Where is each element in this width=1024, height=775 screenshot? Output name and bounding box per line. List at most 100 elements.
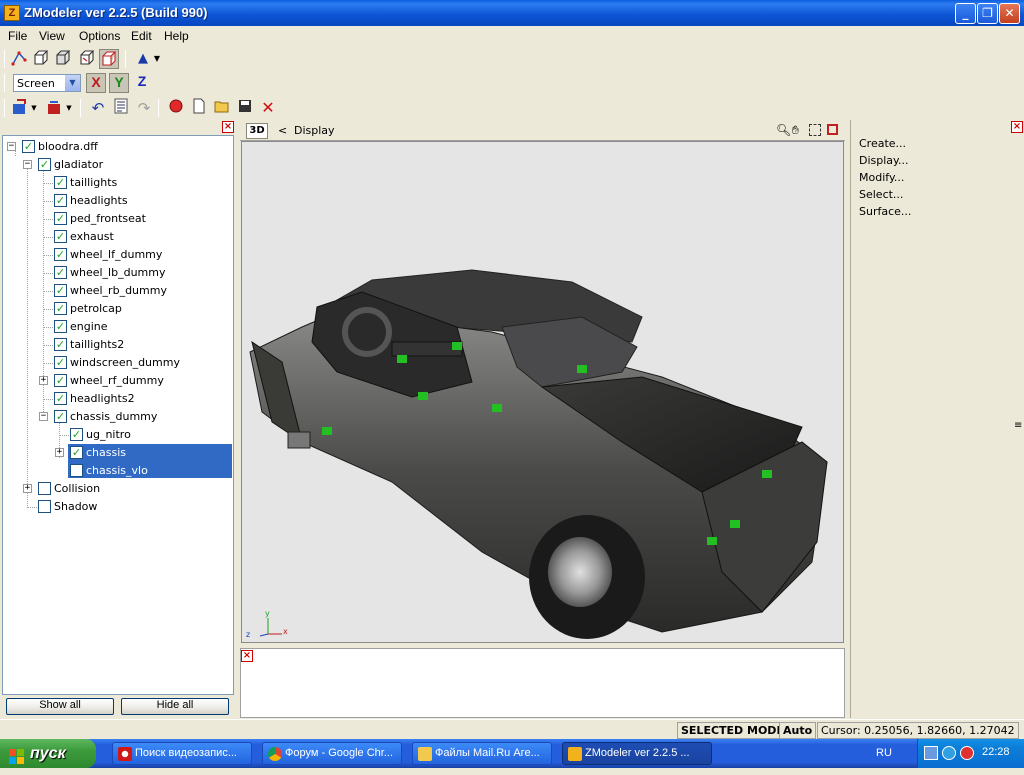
console-output[interactable] xyxy=(240,648,845,718)
expand-icon[interactable]: + xyxy=(55,448,64,457)
save-icon[interactable] xyxy=(235,98,255,118)
checkbox-checked[interactable]: ✓ xyxy=(70,446,83,459)
open-folder-icon[interactable] xyxy=(212,98,232,118)
menu-options[interactable]: Options xyxy=(79,29,120,43)
command-modify[interactable]: Modify... xyxy=(859,171,904,184)
checkbox-checked[interactable]: ✓ xyxy=(54,392,67,405)
tree-item-chassis-vlo[interactable]: chassis_vlo xyxy=(86,463,148,481)
cone-primitive-icon[interactable]: ▲ xyxy=(133,49,153,69)
checkbox-unchecked[interactable] xyxy=(38,482,51,495)
checkbox-checked[interactable]: ✓ xyxy=(54,266,67,279)
close-file-icon[interactable]: ✕ xyxy=(258,98,278,118)
pan-hand-icon[interactable]: ✋︎ xyxy=(792,123,799,138)
select-face-icon[interactable] xyxy=(31,49,51,69)
tree-item-collision[interactable]: Collision xyxy=(54,481,100,499)
maximize-button[interactable]: ❐ xyxy=(977,3,998,24)
tree-item-windscreen-dummy[interactable]: windscreen_dummy xyxy=(70,355,180,373)
tree-item-chassis[interactable]: chassis xyxy=(86,445,126,463)
tree-item-taillights[interactable]: taillights xyxy=(70,175,117,193)
checkbox-unchecked[interactable] xyxy=(38,500,51,513)
checkbox-checked[interactable]: ✓ xyxy=(54,320,67,333)
tray-app-icon[interactable] xyxy=(942,746,956,760)
select-group-icon[interactable] xyxy=(77,49,97,69)
tree-item-chassis-dummy[interactable]: chassis_dummy xyxy=(70,409,157,427)
record-icon[interactable] xyxy=(166,98,186,118)
command-select[interactable]: Select... xyxy=(859,188,903,201)
command-surface[interactable]: Surface... xyxy=(859,205,911,218)
collapse-icon[interactable]: − xyxy=(7,142,16,151)
close-icon[interactable]: × xyxy=(222,121,234,133)
expand-icon[interactable]: + xyxy=(23,484,32,493)
chevron-down-icon[interactable]: ▼ xyxy=(29,98,39,118)
task-opera[interactable]: Поиск видеозапис... xyxy=(112,742,252,765)
export-icon[interactable] xyxy=(45,98,65,118)
checkbox-checked[interactable]: ✓ xyxy=(22,140,35,153)
undo-icon[interactable]: ↶ xyxy=(88,98,108,118)
minimize-button[interactable]: _ xyxy=(955,3,976,24)
chevron-down-icon[interactable]: ▼ xyxy=(64,98,74,118)
tree-item-taillights2[interactable]: taillights2 xyxy=(70,337,124,355)
tree-item-wheel-rb-dummy[interactable]: wheel_rb_dummy xyxy=(70,283,167,301)
redo-icon[interactable]: ↷ xyxy=(134,98,154,118)
command-display[interactable]: Display... xyxy=(859,154,908,167)
hide-all-button[interactable]: Hide all xyxy=(121,698,229,715)
close-icon[interactable]: × xyxy=(1011,121,1023,133)
zoom-icon[interactable]: 🔍︎ xyxy=(776,123,791,137)
menu-edit[interactable]: Edit xyxy=(131,29,152,43)
tree-item-ped-frontseat[interactable]: ped_frontseat xyxy=(70,211,146,229)
history-list-icon[interactable] xyxy=(111,98,131,118)
title-bar[interactable]: Z ZModeler ver 2.2.5 (Build 990) _ ❐ ✕ xyxy=(0,0,1024,26)
checkbox-checked[interactable]: ✓ xyxy=(54,176,67,189)
task-folder[interactable]: Файлы Mail.Ru Аге... xyxy=(412,742,552,765)
tree-item-headlights2[interactable]: headlights2 xyxy=(70,391,135,409)
3d-viewport[interactable]: x y z xyxy=(241,141,844,643)
menu-view[interactable]: View xyxy=(39,29,65,43)
task-zmodeler[interactable]: ZModeler ver 2.2.5 ... xyxy=(562,742,712,765)
axis-y-toggle[interactable]: Y xyxy=(109,73,129,93)
task-chrome[interactable]: Форум - Google Chr... xyxy=(262,742,402,765)
tree-item-headlights[interactable]: headlights xyxy=(70,193,128,211)
axis-x-toggle[interactable]: X xyxy=(86,73,106,93)
tree-item-gladiator[interactable]: gladiator xyxy=(54,157,103,175)
tree-item-wheel-lb-dummy[interactable]: wheel_lb_dummy xyxy=(70,265,166,283)
checkbox-checked[interactable]: ✓ xyxy=(54,410,67,423)
import-icon[interactable] xyxy=(10,98,30,118)
checkbox-checked[interactable]: ✓ xyxy=(54,194,67,207)
view-mode-3d[interactable]: 3D xyxy=(246,123,268,139)
tree-item-petrolcap[interactable]: petrolcap xyxy=(70,301,122,319)
new-file-icon[interactable] xyxy=(189,98,209,118)
checkbox-checked[interactable]: ✓ xyxy=(54,284,67,297)
checkbox-checked[interactable]: ✓ xyxy=(38,158,51,171)
checkbox-checked[interactable]: ✓ xyxy=(54,338,67,351)
network-icon[interactable] xyxy=(924,746,938,760)
start-button[interactable]: пуск xyxy=(0,739,96,768)
close-button[interactable]: ✕ xyxy=(999,3,1020,24)
expand-icon[interactable]: + xyxy=(39,376,48,385)
coord-mode-select[interactable]: Screen ▼ xyxy=(13,74,81,92)
checkbox-checked[interactable]: ✓ xyxy=(54,356,67,369)
language-indicator[interactable]: RU xyxy=(876,747,892,759)
checkbox-checked[interactable]: ✓ xyxy=(54,248,67,261)
tree-item-wheel-lf-dummy[interactable]: wheel_lf_dummy xyxy=(70,247,162,265)
splitter-handle-icon[interactable]: ≡ xyxy=(1014,420,1022,431)
menu-file[interactable]: File xyxy=(8,29,27,43)
collapse-icon[interactable]: − xyxy=(39,412,48,421)
viewport-nav-arrow[interactable]: < xyxy=(278,124,287,137)
menu-help[interactable]: Help xyxy=(164,29,189,43)
checkbox-checked[interactable]: ✓ xyxy=(54,230,67,243)
command-create[interactable]: Create... xyxy=(859,137,906,150)
chevron-down-icon[interactable]: ▼ xyxy=(65,75,80,91)
checkbox-checked[interactable]: ✓ xyxy=(54,212,67,225)
show-all-button[interactable]: Show all xyxy=(6,698,114,715)
checkbox-checked[interactable]: ✓ xyxy=(70,428,83,441)
zoom-region-icon[interactable] xyxy=(809,124,821,136)
close-icon[interactable]: × xyxy=(241,650,253,662)
tree-item-root[interactable]: bloodra.dff xyxy=(38,139,98,157)
checkbox-checked[interactable]: ✓ xyxy=(54,302,67,315)
volume-muted-icon[interactable] xyxy=(960,746,974,760)
select-mesh-icon[interactable] xyxy=(99,49,119,69)
maximize-viewport-icon[interactable] xyxy=(827,124,838,135)
tree-item-wheel-rf-dummy[interactable]: wheel_rf_dummy xyxy=(70,373,164,391)
checkbox-unchecked[interactable] xyxy=(70,464,83,477)
tree-item-ug-nitro[interactable]: ug_nitro xyxy=(86,427,131,445)
